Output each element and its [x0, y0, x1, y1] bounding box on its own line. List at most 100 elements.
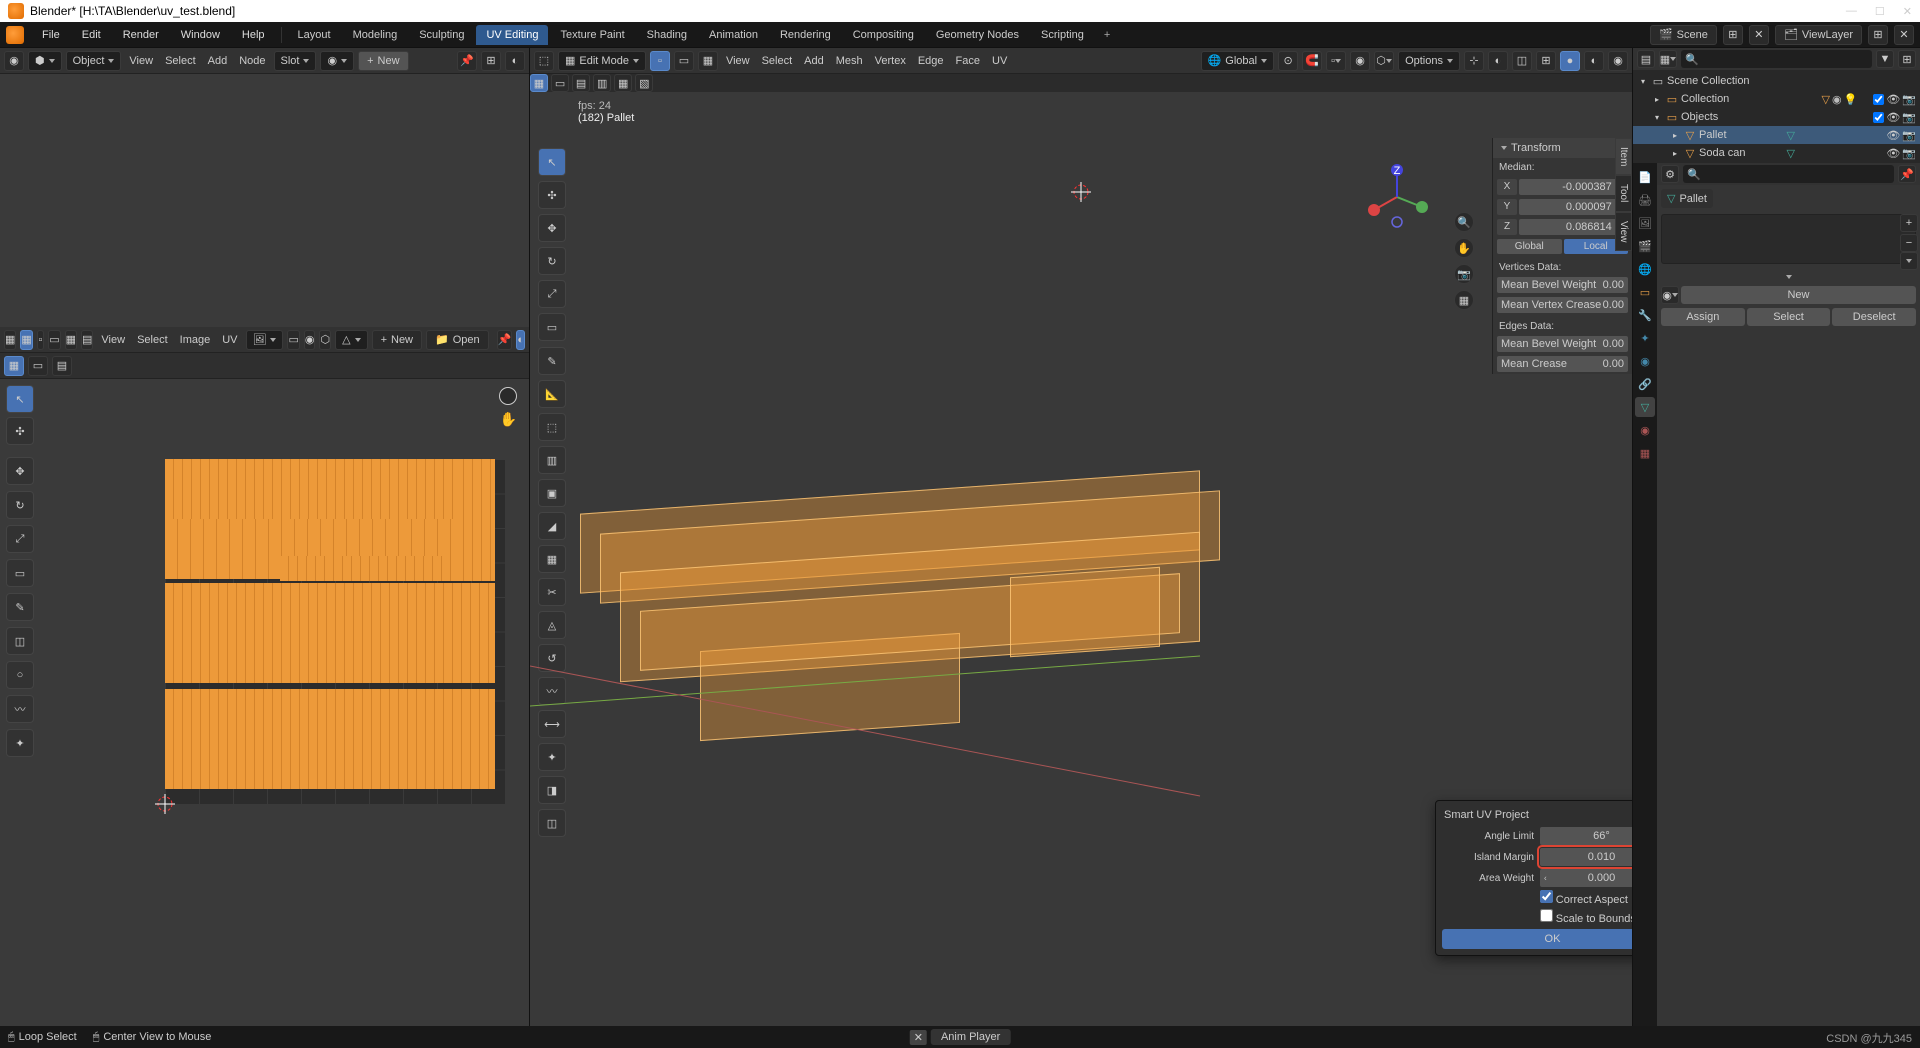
outliner-display-mode[interactable]: ▦ [1659, 50, 1677, 68]
material-new-button[interactable]: + New [358, 51, 408, 71]
shader-menu-view[interactable]: View [125, 55, 157, 67]
uv-tool-move[interactable]: ✥ [6, 457, 34, 485]
select-mode-5[interactable]: ▦ [614, 74, 632, 92]
ws-animation[interactable]: Animation [699, 25, 768, 45]
props-pin-icon[interactable]: 📌 [1898, 165, 1916, 183]
vp-menu-vertex[interactable]: Vertex [871, 55, 910, 67]
vp-tool-measure[interactable]: 📐 [538, 380, 566, 408]
prop-tab-output[interactable]: 🖨 [1635, 190, 1655, 210]
shader-type-dropdown[interactable]: ⬢ [28, 51, 62, 71]
prop-tab-physics[interactable]: ◉ [1635, 351, 1655, 371]
prop-tab-constraint[interactable]: 🔗 [1635, 374, 1655, 394]
vp-tool-scale[interactable]: ⤢ [538, 280, 566, 308]
uv-sel-edge-icon[interactable]: ▭ [48, 330, 60, 350]
outliner-search[interactable]: 🔍 [1681, 50, 1872, 68]
vp-menu-uv[interactable]: UV [988, 55, 1011, 67]
scene-dropdown[interactable]: 🎬Scene [1650, 25, 1717, 45]
uv-tool-rotate[interactable]: ↻ [6, 491, 34, 519]
ok-button[interactable]: OK [1442, 929, 1632, 949]
uv-select-mode-sync[interactable]: ▦ [20, 330, 32, 350]
close-button[interactable]: ✕ [1903, 5, 1912, 18]
outliner-type-icon[interactable]: ▤ [1637, 50, 1655, 68]
uv-sel-vert-icon[interactable]: ▫ [37, 330, 44, 350]
median-y[interactable]: 0.000097 m [1519, 199, 1628, 215]
options-dropdown[interactable]: Options [1398, 51, 1460, 71]
prop-tab-texture[interactable]: ▦ [1635, 443, 1655, 463]
prop-tab-world[interactable]: 🌐 [1635, 259, 1655, 279]
select-mode-4[interactable]: ▥ [593, 74, 611, 92]
vp-tool-select[interactable]: ↖ [538, 148, 566, 176]
vp-tool-smooth[interactable]: 〰 [538, 677, 566, 705]
scene-new-button[interactable]: ✕ [1749, 25, 1769, 45]
pan-icon[interactable]: ✋ [500, 411, 517, 428]
menu-file[interactable]: File [32, 25, 70, 45]
image-new-button[interactable]: + New [372, 330, 422, 350]
vp-tool-rotate[interactable]: ↻ [538, 247, 566, 275]
menu-window[interactable]: Window [171, 25, 230, 45]
editor-type-3d-icon[interactable]: ⬚ [534, 51, 554, 71]
vp-tool-loopcut[interactable]: ▦ [538, 545, 566, 573]
image-browse[interactable]: 🖼 [246, 330, 284, 350]
viewlayer-delete-button[interactable]: ✕ [1894, 25, 1914, 45]
prop-tab-modifier[interactable]: 🔧 [1635, 305, 1655, 325]
ws-sculpting[interactable]: Sculpting [409, 25, 474, 45]
vp-tool-edgeslide[interactable]: ⟷ [538, 710, 566, 738]
snap-toggle[interactable]: 🧲 [1302, 51, 1322, 71]
vp-menu-add[interactable]: Add [800, 55, 828, 67]
npanel-tab-item[interactable]: Item [1615, 138, 1632, 175]
sel-vert-icon[interactable]: ▫ [650, 51, 670, 71]
uv-pivot-dropdown[interactable]: △ [335, 330, 367, 350]
vp-tool-annotate[interactable]: ✎ [538, 347, 566, 375]
vp-menu-select[interactable]: Select [758, 55, 797, 67]
prop-tab-viewlayer[interactable]: 🖼 [1635, 213, 1655, 233]
menu-help[interactable]: Help [232, 25, 275, 45]
uv-display-mode-3[interactable]: ▤ [52, 356, 72, 376]
tree-collection[interactable]: ▸▭Collection▽ ◉ 💡👁📷 [1633, 90, 1920, 108]
vp-tool-knife[interactable]: ✂ [538, 578, 566, 606]
prop-tab-data[interactable]: ▽ [1635, 397, 1655, 417]
tree-objects[interactable]: ▾▭Objects👁📷 [1633, 108, 1920, 126]
select-mode-3[interactable]: ▤ [572, 74, 590, 92]
vg-remove-button[interactable]: − [1900, 234, 1918, 252]
scale-bounds-checkbox[interactable] [1540, 909, 1553, 922]
uv-grid[interactable] [165, 459, 505, 804]
xray-toggle[interactable]: ◫ [1512, 51, 1532, 71]
vp-tool-transform[interactable]: ▭ [538, 313, 566, 341]
sel-edge-icon[interactable]: ▭ [674, 51, 694, 71]
shader-menu-add[interactable]: Add [204, 55, 232, 67]
uv-tool-select[interactable]: ↖ [6, 385, 34, 413]
proportional-toggle[interactable]: ◉ [1350, 51, 1370, 71]
select-mode-2[interactable]: ▭ [551, 74, 569, 92]
proportional-falloff[interactable]: ⬡ [1374, 51, 1394, 71]
ws-geometry-nodes[interactable]: Geometry Nodes [926, 25, 1029, 45]
space-global-button[interactable]: Global [1497, 239, 1562, 254]
vp-tool-extrude[interactable]: ▥ [538, 446, 566, 474]
ws-shading[interactable]: Shading [637, 25, 697, 45]
angle-limit-field[interactable]: 66° [1540, 827, 1632, 845]
vp-menu-edge[interactable]: Edge [914, 55, 948, 67]
nav-gizmo[interactable]: Z [1362, 162, 1432, 232]
uv-tool-grab[interactable]: ○ [6, 661, 34, 689]
ws-texture-paint[interactable]: Texture Paint [550, 25, 634, 45]
uv-menu-image[interactable]: Image [176, 334, 215, 346]
shader-menu-node[interactable]: Node [235, 55, 269, 67]
vp-camera-icon[interactable]: 📷 [1454, 264, 1474, 284]
ws-layout[interactable]: Layout [288, 25, 341, 45]
tree-pallet[interactable]: ▸▽Pallet▽👁📷 [1633, 126, 1920, 144]
island-margin-field[interactable]: 0.010 [1540, 848, 1632, 866]
vp-pan-icon[interactable]: ✋ [1454, 238, 1474, 258]
mean-vertex-crease[interactable]: Mean Vertex Crease0.00 [1497, 297, 1628, 313]
prop-tab-object[interactable]: ▭ [1635, 282, 1655, 302]
vp-tool-shrink[interactable]: ✦ [538, 743, 566, 771]
area-weight-field[interactable]: ‹0.000› [1540, 869, 1632, 887]
props-type-icon[interactable]: ⚙ [1661, 165, 1679, 183]
ws-scripting[interactable]: Scripting [1031, 25, 1094, 45]
uv-sel-face-icon[interactable]: ▦ [65, 330, 77, 350]
uv-tool-cursor[interactable]: ✣ [6, 417, 34, 445]
shading-solid[interactable]: ● [1560, 51, 1580, 71]
maximize-button[interactable]: ☐ [1875, 5, 1885, 18]
stop-icon[interactable]: ✕ [910, 1030, 927, 1045]
median-x[interactable]: -0.000387 m [1519, 179, 1628, 195]
uv-display-mode-1[interactable]: ▦ [4, 356, 24, 376]
vg-specials-button[interactable] [1900, 252, 1918, 270]
